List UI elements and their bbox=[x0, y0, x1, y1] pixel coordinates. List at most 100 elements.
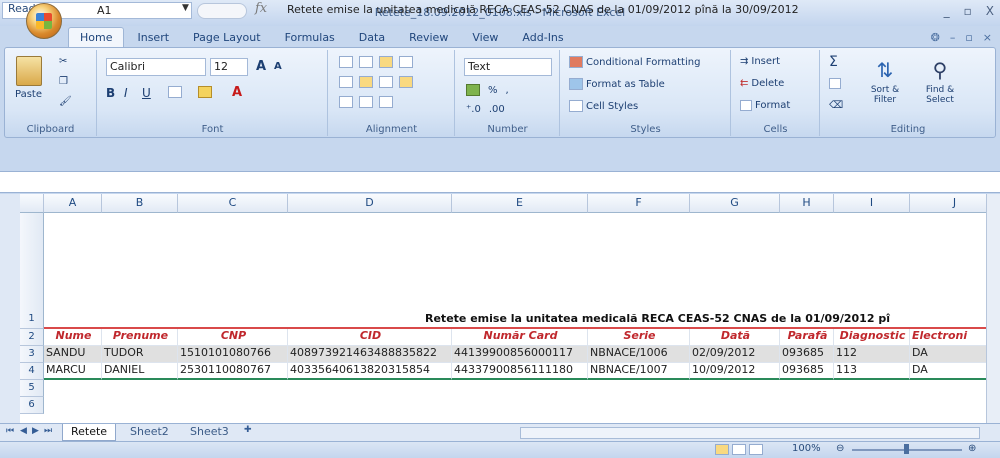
font-color-icon[interactable]: A bbox=[232, 85, 242, 100]
header-cell-data[interactable]: Dată bbox=[690, 329, 780, 346]
tab-home[interactable]: Home bbox=[68, 27, 125, 47]
maximize-button[interactable]: ▫ bbox=[964, 4, 972, 18]
page-layout-view-icon[interactable] bbox=[732, 444, 746, 455]
decrease-decimal-icon[interactable]: .00 bbox=[489, 104, 505, 115]
tab-page-layout[interactable]: Page Layout bbox=[182, 28, 272, 47]
sheet-tab-sheet3[interactable]: Sheet3 bbox=[182, 424, 237, 441]
table-cell[interactable]: 2530110080767 bbox=[178, 363, 288, 380]
table-cell[interactable]: 112 bbox=[834, 346, 910, 363]
header-cell-prenume[interactable]: Prenume bbox=[102, 329, 178, 346]
indent-buttons[interactable] bbox=[339, 96, 393, 108]
comma-style-icon[interactable]: , bbox=[506, 85, 509, 96]
font-size-select[interactable]: 12 bbox=[210, 58, 248, 76]
row-header-6[interactable]: 6 bbox=[20, 397, 44, 414]
office-button[interactable] bbox=[26, 3, 62, 39]
help-icon[interactable]: ❂ bbox=[931, 31, 940, 44]
format-painter-icon[interactable]: 🖌 bbox=[59, 96, 72, 107]
last-sheet-icon[interactable]: ⏭ bbox=[44, 426, 52, 436]
tab-view[interactable]: View bbox=[461, 28, 509, 47]
table-cell[interactable]: 10/09/2012 bbox=[690, 363, 780, 380]
vertical-scrollbar[interactable] bbox=[986, 194, 1000, 423]
row-header-5[interactable]: 5 bbox=[20, 380, 44, 397]
currency-icon[interactable] bbox=[466, 84, 480, 96]
fill-icon[interactable] bbox=[829, 78, 841, 89]
clear-icon[interactable]: ⌫ bbox=[829, 100, 843, 111]
column-header-e[interactable]: E bbox=[452, 194, 588, 213]
middle-align-icon[interactable] bbox=[359, 56, 373, 68]
page-break-view-icon[interactable] bbox=[749, 444, 763, 455]
table-cell[interactable]: 02/09/2012 bbox=[690, 346, 780, 363]
cell-styles-button[interactable]: Cell Styles bbox=[569, 100, 638, 112]
wrap-text-icon[interactable] bbox=[379, 96, 393, 108]
paste-button[interactable]: Paste bbox=[15, 56, 42, 100]
column-header-i[interactable]: I bbox=[834, 194, 910, 213]
fill-color-icon[interactable] bbox=[198, 86, 212, 98]
insert-function-button[interactable]: fx bbox=[255, 1, 267, 16]
formula-input[interactable]: Retete emise la unitatea medicală RECA C… bbox=[287, 3, 799, 16]
table-cell[interactable]: 093685 bbox=[780, 363, 834, 380]
table-cell[interactable]: TUDOR bbox=[102, 346, 178, 363]
zoom-slider-thumb[interactable] bbox=[904, 444, 909, 454]
column-header-d[interactable]: D bbox=[288, 194, 452, 213]
copy-icon[interactable]: ❐ bbox=[59, 76, 68, 87]
horizontal-align-buttons[interactable] bbox=[339, 76, 413, 88]
header-cell-cnp[interactable]: CNP bbox=[178, 329, 288, 346]
top-align-icon[interactable] bbox=[339, 56, 353, 68]
first-sheet-icon[interactable]: ⏮ bbox=[6, 426, 14, 436]
horizontal-scrollbar[interactable] bbox=[520, 427, 980, 439]
increase-decimal-icon[interactable]: ⁺.0 bbox=[466, 104, 481, 115]
worksheet-grid[interactable]: A B C D E F G H I J 1 2 3 4 5 6 Retete e… bbox=[20, 194, 1000, 423]
close-button[interactable]: X bbox=[986, 4, 994, 18]
align-center-icon[interactable] bbox=[359, 76, 373, 88]
sheet-tab-retete[interactable]: Retete bbox=[62, 424, 117, 441]
border-icon[interactable] bbox=[168, 86, 182, 98]
shrink-font-button[interactable]: A bbox=[274, 61, 282, 72]
header-cell-serie[interactable]: Serie bbox=[588, 329, 690, 346]
header-cell-numar-card[interactable]: Număr Card bbox=[452, 329, 588, 346]
align-right-icon[interactable] bbox=[379, 76, 393, 88]
autosum-button[interactable]: Σ bbox=[829, 54, 838, 70]
font-name-select[interactable]: Calibri bbox=[106, 58, 206, 76]
table-cell[interactable]: NBNACE/1006 bbox=[588, 346, 690, 363]
header-cell-cid[interactable]: CID bbox=[288, 329, 452, 346]
column-header-f[interactable]: F bbox=[588, 194, 690, 213]
format-as-table-button[interactable]: Format as Table bbox=[569, 78, 665, 90]
prev-sheet-icon[interactable]: ◀ bbox=[20, 426, 27, 436]
minimize-button[interactable]: _ bbox=[944, 4, 950, 18]
vertical-align-buttons[interactable] bbox=[339, 56, 413, 68]
row-header-4[interactable]: 4 bbox=[20, 363, 44, 380]
tab-insert[interactable]: Insert bbox=[126, 28, 180, 47]
tab-formulas[interactable]: Formulas bbox=[274, 28, 346, 47]
table-cell[interactable]: 44139900856000117 bbox=[452, 346, 588, 363]
ribbon-minimize-icon[interactable]: – bbox=[950, 31, 956, 44]
tab-add-ins[interactable]: Add-Ins bbox=[511, 28, 574, 47]
sheet-tab-sheet2[interactable]: Sheet2 bbox=[122, 424, 177, 441]
header-cell-nume[interactable]: Nume bbox=[44, 329, 102, 346]
percent-button[interactable]: % bbox=[488, 85, 498, 96]
bold-button[interactable]: B bbox=[106, 86, 115, 100]
row-header-2[interactable]: 2 bbox=[20, 329, 44, 346]
delete-cells-button[interactable]: ⇇ Delete bbox=[740, 78, 784, 89]
table-cell[interactable]: 1510101080766 bbox=[178, 346, 288, 363]
align-left-icon[interactable] bbox=[339, 76, 353, 88]
increase-indent-icon[interactable] bbox=[359, 96, 373, 108]
column-header-b[interactable]: B bbox=[102, 194, 178, 213]
decrease-indent-icon[interactable] bbox=[339, 96, 353, 108]
grow-font-button[interactable]: A bbox=[256, 59, 266, 74]
merge-center-icon[interactable] bbox=[399, 76, 413, 88]
insert-cells-button[interactable]: ⇉ Insert bbox=[740, 56, 780, 67]
normal-view-icon[interactable] bbox=[715, 444, 729, 455]
column-header-a[interactable]: A bbox=[44, 194, 102, 213]
table-cell[interactable]: 113 bbox=[834, 363, 910, 380]
zoom-level[interactable]: 100% bbox=[792, 443, 821, 454]
italic-button[interactable]: I bbox=[124, 86, 128, 100]
table-cell[interactable]: 408973921463488835822 bbox=[288, 346, 452, 363]
tab-review[interactable]: Review bbox=[398, 28, 459, 47]
table-cell[interactable]: 40335640613820315854 bbox=[288, 363, 452, 380]
find-select-button[interactable]: ⚲ Find & Select bbox=[915, 58, 965, 105]
zoom-out-icon[interactable]: ⊖ bbox=[836, 443, 844, 454]
insert-sheet-icon[interactable]: ✚ bbox=[244, 425, 252, 435]
table-cell[interactable]: DANIEL bbox=[102, 363, 178, 380]
column-header-h[interactable]: H bbox=[780, 194, 834, 213]
row-header-3[interactable]: 3 bbox=[20, 346, 44, 363]
